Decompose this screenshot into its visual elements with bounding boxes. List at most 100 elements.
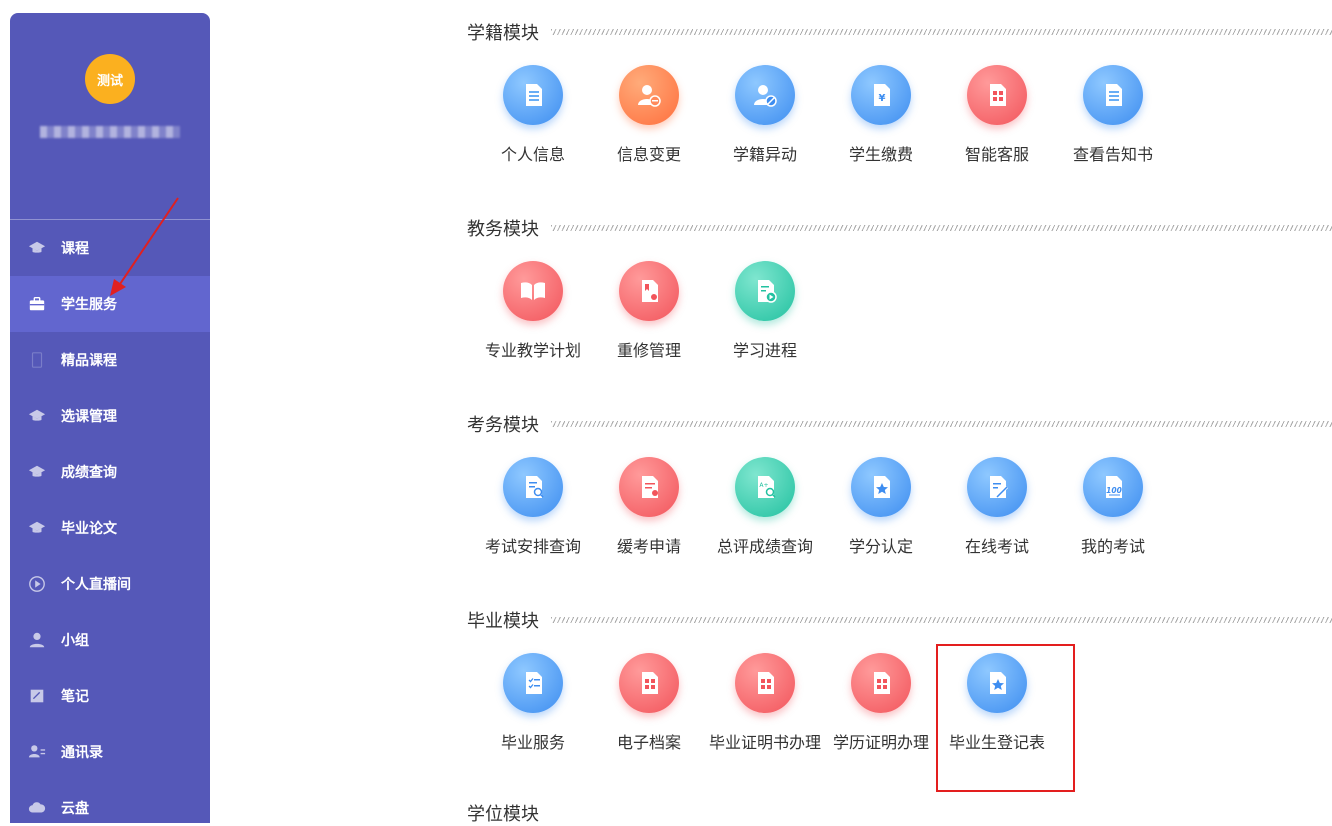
sidebar-item-label: 通讯录 [61, 745, 103, 761]
video-document-icon [735, 261, 795, 321]
open-book-icon [503, 261, 563, 321]
tile-grid: 考试安排查询 缓考申请 A+ 总评成绩查询 学分认定 在线考试 100 我的考试 [467, 436, 1332, 566]
tile-label: 学籍异动 [732, 145, 797, 164]
module-tile[interactable]: 考试安排查询 [475, 436, 591, 557]
sidebar-menu: 课程学生服务精品课程选课管理成绩查询毕业论文个人直播间小组笔记通讯录云盘 [10, 220, 210, 823]
module-tile[interactable]: 个人信息 [475, 44, 591, 165]
module-tile[interactable]: 学历证明办理 [823, 632, 939, 753]
module-tile[interactable]: 电子档案 [591, 632, 707, 753]
sidebar-item-label: 选课管理 [61, 409, 117, 425]
tile-label: 考试安排查询 [484, 537, 581, 556]
section-title: 学籍模块 [467, 23, 539, 44]
section-title: 考务模块 [467, 415, 539, 436]
grid-document-icon [851, 653, 911, 713]
section-title: 教务模块 [467, 219, 539, 240]
username-blurred: ██████████ [40, 126, 180, 138]
tile-label: 在线考试 [964, 537, 1029, 556]
tile-label: 毕业证明书办理 [708, 733, 821, 752]
sidebar-item[interactable]: 成绩查询 [10, 444, 210, 500]
tile-label: 个人信息 [500, 145, 565, 164]
sidebar: 测试 ██████████ 课程学生服务精品课程选课管理成绩查询毕业论文个人直播… [10, 13, 210, 823]
module-tile[interactable]: 查看告知书 [1055, 44, 1171, 165]
grade-search-icon: A+ [735, 457, 795, 517]
sidebar-item[interactable]: 选课管理 [10, 388, 210, 444]
svg-text:100: 100 [1106, 486, 1122, 495]
module-tile[interactable]: 信息变更 [591, 44, 707, 165]
sidebar-item-label: 成绩查询 [61, 465, 117, 481]
module-tile[interactable]: 学籍异动 [707, 44, 823, 165]
sidebar-item[interactable]: 毕业论文 [10, 500, 210, 556]
tile-label: 智能客服 [964, 145, 1029, 164]
grid-document-icon [619, 653, 679, 713]
module-tile[interactable]: A+ 总评成绩查询 [707, 436, 823, 557]
tile-label: 学生缴费 [848, 145, 913, 164]
sidebar-item-label: 精品课程 [61, 353, 117, 369]
graduation-cap-icon [27, 518, 47, 538]
module-tile[interactable]: 在线考试 [939, 436, 1055, 557]
note-icon [27, 686, 47, 706]
graduation-cap-icon [27, 406, 47, 426]
sidebar-item[interactable]: 小组 [10, 612, 210, 668]
section-header: 学籍模块 [467, 20, 1332, 44]
module-section: 毕业模块 毕业服务 电子档案 毕业证明书办理 学历证明办理 毕业生登记表 [467, 608, 1332, 762]
avatar[interactable]: 测试 [85, 54, 135, 104]
module-tile[interactable]: ¥ 学生缴费 [823, 44, 939, 165]
svg-text:A+: A+ [759, 482, 768, 489]
tile-label: 重修管理 [616, 341, 681, 360]
section-header: 考务模块 [467, 412, 1332, 436]
module-tile[interactable]: 重修管理 [591, 240, 707, 361]
grid-document-icon [967, 65, 1027, 125]
tile-label: 总评成绩查询 [716, 537, 813, 556]
section-header: 毕业模块 [467, 608, 1332, 632]
tile-label: 学历证明办理 [832, 733, 929, 752]
section-divider [551, 421, 1332, 427]
module-tile[interactable]: 专业教学计划 [475, 240, 591, 361]
sidebar-item[interactable]: 课程 [10, 220, 210, 276]
module-tile[interactable]: 学习进程 [707, 240, 823, 361]
tile-label: 我的考试 [1080, 537, 1145, 556]
sidebar-item[interactable]: 通讯录 [10, 724, 210, 780]
sidebar-item-label: 小组 [61, 633, 89, 649]
section-divider [551, 225, 1332, 231]
section-title-next: 学位模块 [467, 804, 539, 825]
tile-label: 专业教学计划 [484, 341, 581, 360]
tile-label: 电子档案 [616, 733, 681, 752]
section-divider [551, 617, 1332, 623]
section-header: 教务模块 [467, 216, 1332, 240]
tile-label: 缓考申请 [616, 537, 681, 556]
play-circle-icon [27, 574, 47, 594]
module-tile[interactable]: 智能客服 [939, 44, 1055, 165]
tile-label: 学习进程 [732, 341, 797, 360]
grid-document-icon [735, 653, 795, 713]
contacts-icon [27, 742, 47, 762]
clipboard-icon [619, 457, 679, 517]
sidebar-item[interactable]: 云盘 [10, 780, 210, 823]
svg-text:¥: ¥ [879, 93, 886, 104]
document-list-icon [503, 65, 563, 125]
section-title: 毕业模块 [467, 611, 539, 632]
module-section: 学籍模块个人信息 信息变更 学籍异动 ¥ 学生缴费 智能客服 查看告知书 [467, 20, 1332, 174]
profile-panel: 测试 ██████████ [10, 13, 210, 220]
sidebar-item[interactable]: 笔记 [10, 668, 210, 724]
bookmark-document-icon [619, 261, 679, 321]
user-prohibit-icon [735, 65, 795, 125]
tile-grid: 个人信息 信息变更 学籍异动 ¥ 学生缴费 智能客服 查看告知书 [467, 44, 1332, 174]
sidebar-item[interactable]: 学生服务 [10, 276, 210, 332]
module-tile[interactable]: 学分认定 [823, 436, 939, 557]
module-tile[interactable]: 缓考申请 [591, 436, 707, 557]
tile-label: 学分认定 [848, 537, 913, 556]
section-divider [551, 29, 1332, 35]
module-tile[interactable]: 毕业证明书办理 [707, 632, 823, 753]
sidebar-item-label: 学生服务 [61, 297, 117, 313]
sidebar-item[interactable]: 精品课程 [10, 332, 210, 388]
sidebar-item[interactable]: 个人直播间 [10, 556, 210, 612]
module-tile[interactable]: 毕业生登记表 [939, 632, 1055, 753]
module-tile[interactable]: 100 我的考试 [1055, 436, 1171, 557]
module-section: 教务模块专业教学计划 重修管理 学习进程 [467, 216, 1332, 370]
tile-label: 信息变更 [616, 145, 681, 164]
search-document-icon [503, 457, 563, 517]
sidebar-item-label: 毕业论文 [61, 521, 117, 537]
module-tile[interactable]: 毕业服务 [475, 632, 591, 753]
yuan-document-icon: ¥ [851, 65, 911, 125]
cloud-icon [27, 798, 47, 818]
